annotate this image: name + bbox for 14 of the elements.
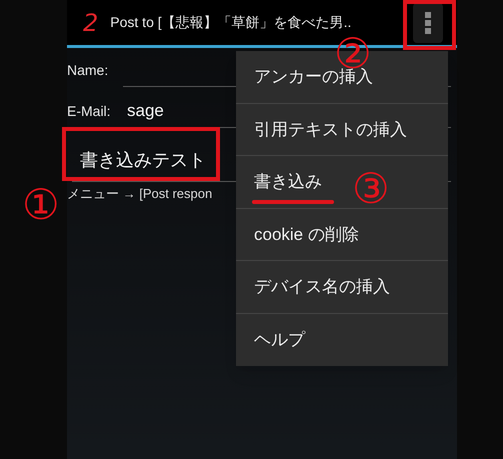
menu-item[interactable]: デバイス名の挿入 [236,261,448,314]
app-logo: 2 [83,10,98,34]
field-label: E-Mail: [67,102,112,121]
more-vert-icon [425,12,431,34]
menu-item[interactable]: ヘルプ [236,314,448,366]
overflow-menu-button[interactable] [413,2,443,42]
field-label: Name: [67,61,110,80]
menu-item[interactable]: 引用テキストの挿入 [236,104,448,156]
step-number: ① [22,184,60,226]
hint-text: メニュー → [Post respon [67,185,212,203]
window-title: Post to [【悲報】「草餅」を食べた男.. [110,13,352,32]
menu-item[interactable]: cookie の削除 [236,208,448,261]
step-number: ③ [352,168,390,210]
highlight-frame [403,0,456,50]
